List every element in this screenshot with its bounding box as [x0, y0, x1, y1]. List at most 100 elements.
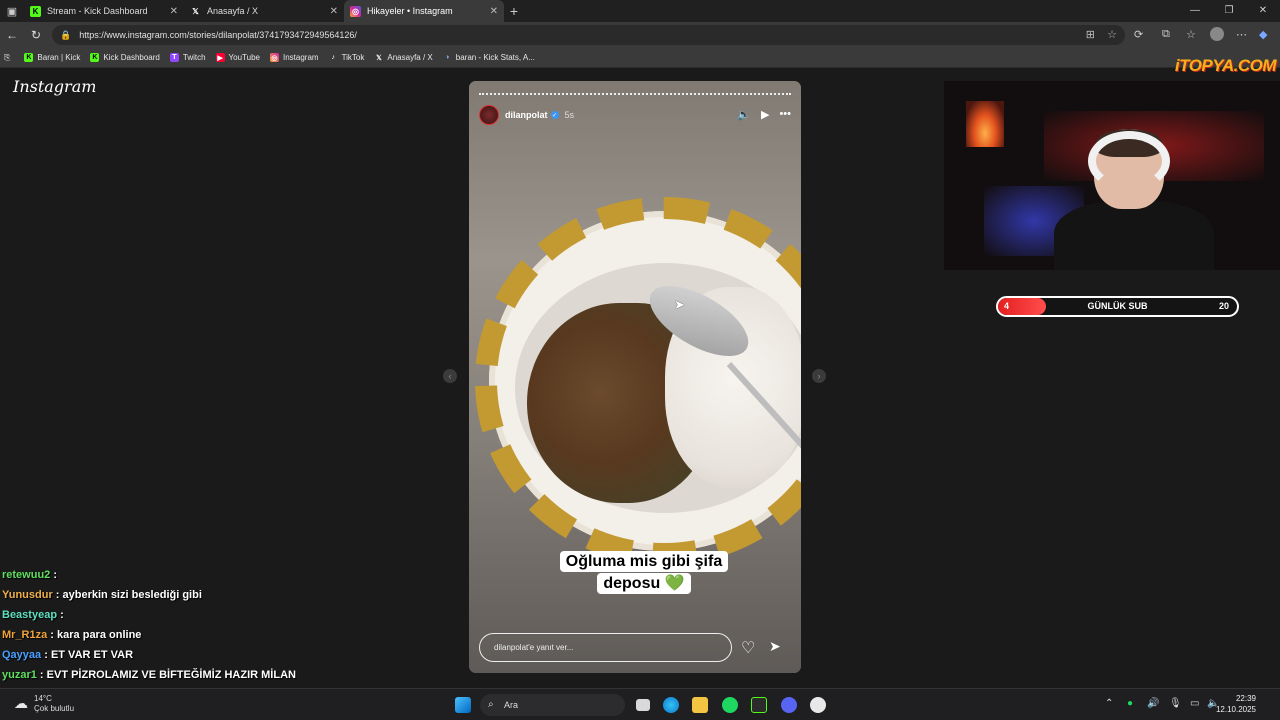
bookmark-label: Twitch — [182, 53, 206, 62]
taskbar: ☁ 14°C Çok bulutlu ⌕ Ara ⌃ ● 🔊 🎙 ▭ 🔈 22:… — [0, 688, 1280, 720]
story-username[interactable]: dilanpolat — [505, 110, 548, 120]
window-controls: — ❐ ✕ — [1178, 0, 1280, 22]
sub-goal-label: GÜNLÜK SUB — [1087, 301, 1148, 311]
bookmark-baran-kick[interactable]: K Baran | Kick — [24, 53, 80, 62]
tab-kick-dashboard[interactable]: K Stream - Kick Dashboard ✕ — [24, 0, 184, 22]
weather-temp: 14°C — [34, 694, 52, 703]
discord-icon[interactable] — [781, 697, 797, 713]
minimize-icon[interactable]: — — [1178, 0, 1212, 22]
tiktok-icon: ♪ — [331, 54, 335, 61]
weather-widget[interactable]: 14°C Çok bulutlu — [34, 694, 74, 714]
previous-story-button[interactable]: ‹ — [443, 369, 457, 383]
windows-start-icon[interactable] — [455, 697, 471, 713]
chat-username: retewuu2 — [2, 569, 51, 581]
story-progress-bar — [479, 93, 791, 95]
edge-browser-icon[interactable] — [663, 697, 679, 713]
bookmark-x[interactable]: 𝕏 Anasayfa / X — [374, 53, 433, 62]
story-age: 5s — [564, 110, 575, 120]
mouse-cursor-icon: ➤ — [674, 297, 685, 312]
weather-cloud-icon[interactable]: ☁ — [14, 695, 28, 712]
caption-line: Oğluma mis gibi şifa — [559, 551, 729, 572]
show-hidden-icons-icon[interactable]: ⌃ — [1105, 698, 1113, 709]
taskbar-search[interactable]: ⌕ Ara — [480, 694, 625, 716]
more-options-icon[interactable]: ••• — [779, 108, 791, 121]
sub-goal-bar: 4 GÜNLÜK SUB 20 — [996, 296, 1239, 317]
search-icon: ⌕ — [488, 699, 494, 710]
lock-icon[interactable]: 🔒 — [60, 30, 71, 41]
split-screen-icon[interactable]: ⧉ — [1162, 28, 1170, 41]
tab-title: Anasayfa / X — [207, 6, 259, 16]
spotify-icon[interactable] — [722, 697, 738, 713]
bookmarks-menu-icon[interactable]: ⎘ — [4, 53, 10, 63]
story-controls: 🔈 ▶ ••• — [737, 108, 791, 121]
chat-message: Qayyaa : ET VAR ET VAR — [2, 645, 322, 665]
file-explorer-icon[interactable] — [692, 697, 708, 713]
twitch-icon: T — [169, 53, 179, 62]
copilot-icon[interactable]: ◆ — [1259, 28, 1267, 41]
bookmark-kick-stats[interactable]: ◑ baran - Kick Stats, A... — [443, 53, 535, 62]
tab-instagram[interactable]: ◎ Hikayeler • Instagram ✕ — [344, 0, 504, 22]
chat-message: retewuu2 : — [2, 565, 322, 585]
next-story-button[interactable]: › — [812, 369, 826, 383]
bookmark-label: baran - Kick Stats, A... — [455, 53, 535, 62]
close-icon[interactable]: ✕ — [330, 6, 338, 17]
story-viewer[interactable]: dilanpolat ✓ 5s 🔈 ▶ ••• Oğluma mis gibi … — [469, 81, 801, 673]
avatar[interactable] — [479, 105, 499, 125]
microphone-icon[interactable]: 🎙 — [1169, 698, 1182, 709]
profile-avatar[interactable] — [1210, 27, 1224, 41]
youtube-icon: ▶ — [215, 53, 225, 62]
chat-separator: : — [47, 629, 58, 641]
chat-separator: : — [52, 589, 63, 601]
network-icon[interactable]: ▭ — [1190, 698, 1199, 709]
close-window-icon[interactable]: ✕ — [1246, 0, 1280, 22]
mute-icon[interactable]: 🔈 — [737, 108, 751, 121]
close-icon[interactable]: ✕ — [170, 6, 178, 17]
bookmark-tiktok[interactable]: ♪ TikTok — [329, 53, 365, 62]
tab-actions-icon[interactable]: ▣ — [0, 0, 24, 22]
like-heart-icon[interactable]: ♡ — [741, 638, 755, 658]
story-caption: Oğluma mis gibi şifa deposu 💚 — [549, 551, 739, 595]
bookmark-youtube[interactable]: ▶ YouTube — [215, 53, 260, 62]
tray-app-icon[interactable]: ● — [1127, 698, 1133, 709]
play-icon[interactable]: ▶ — [761, 108, 769, 121]
bookmark-twitch[interactable]: T Twitch — [169, 53, 206, 62]
new-tab-button[interactable]: + — [504, 3, 524, 19]
favorites-icon[interactable]: ☆ — [1186, 28, 1196, 41]
chat-message: Mr_R1za : kara para online — [2, 625, 322, 645]
close-icon[interactable]: ✕ — [490, 6, 498, 17]
task-view-icon[interactable] — [636, 699, 650, 711]
back-icon[interactable]: ← — [0, 28, 24, 42]
chat-username: yuzar1 — [2, 669, 37, 681]
restore-icon[interactable]: ❐ — [1212, 0, 1246, 22]
extension-icon[interactable]: ⟳ — [1134, 28, 1143, 41]
tab-x[interactable]: 𝕏 Anasayfa / X ✕ — [184, 0, 344, 22]
bookmark-kick-dashboard[interactable]: K Kick Dashboard — [90, 53, 160, 62]
bookmark-instagram[interactable]: ◎ Instagram — [269, 53, 319, 62]
fireplace-screen — [966, 101, 1004, 147]
clock[interactable]: 22:39 12.10.2025 — [1216, 693, 1256, 715]
story-reply-input[interactable]: dilanpolat'e yanıt ver... — [479, 633, 732, 662]
search-placeholder: Ara — [504, 700, 519, 710]
instagram-icon: ◎ — [350, 5, 361, 17]
bookmark-label: TikTok — [341, 53, 365, 62]
app-icon[interactable] — [810, 697, 826, 713]
caption-line: deposu 💚 — [597, 573, 691, 594]
chat-separator: : — [36, 669, 47, 681]
chat-username: Mr_R1za — [2, 629, 48, 641]
refresh-icon[interactable]: ↻ — [24, 28, 48, 42]
more-menu-icon[interactable]: ⋯ — [1236, 28, 1247, 41]
tab-title: Stream - Kick Dashboard — [47, 6, 148, 16]
kick-icon: K — [30, 5, 41, 17]
speaker-icon[interactable]: 🔊 — [1147, 698, 1159, 709]
instagram-logo[interactable]: Instagram — [13, 77, 96, 96]
url-field[interactable]: 🔒 https://www.instagram.com/stories/dila… — [52, 25, 1125, 45]
address-bar: ← ↻ 🔒 https://www.instagram.com/stories/… — [0, 22, 1280, 48]
favorite-star-icon[interactable]: ☆ — [1107, 28, 1117, 41]
chat-username: Yunusdur — [2, 589, 53, 601]
bookmark-label: Baran | Kick — [37, 53, 81, 62]
url-text: https://www.instagram.com/stories/dilanp… — [79, 30, 357, 40]
obs-icon[interactable] — [751, 697, 767, 713]
send-icon[interactable]: ➤ — [769, 638, 781, 655]
app-available-icon[interactable]: ⊞ — [1086, 28, 1095, 41]
chat-separator: : — [41, 649, 51, 661]
